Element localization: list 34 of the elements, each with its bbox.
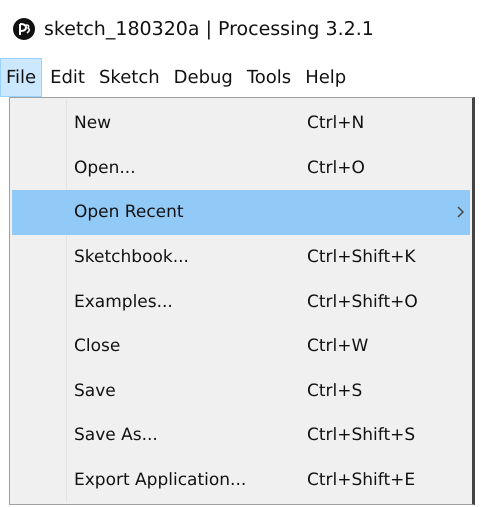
menu-item[interactable]: Save As... Ctrl+Shift+S	[12, 413, 470, 458]
menu-item-label: Save As...	[74, 425, 159, 446]
menu-item[interactable]: Open... Ctrl+O	[12, 146, 470, 190]
menu-item-label: Close	[74, 336, 122, 356]
menu-item[interactable]: Examples... Ctrl+Shift+O	[12, 279, 470, 324]
shortcut-text: Ctrl+N	[307, 113, 364, 134]
menu-bar-item[interactable]: Help	[299, 58, 352, 96]
menu-bar-item[interactable]: Tools	[240, 58, 298, 96]
menu-bar-item[interactable]: File	[0, 58, 42, 96]
menu-item[interactable]: Sketchbook... Ctrl+Shift+K	[12, 234, 470, 280]
menu-item-label: Open...	[74, 158, 137, 178]
menu-item-label: Open Recent	[74, 202, 185, 222]
menu-item-label: Sketchbook...	[74, 247, 190, 268]
app-logo-icon	[13, 18, 35, 40]
menu-item-label: New	[74, 113, 112, 134]
menu-item-label: Examples...	[74, 292, 174, 312]
window-title: sketch_180320a | Processing 3.2.1	[44, 18, 374, 40]
shortcut-text: Ctrl+Shift+S	[307, 425, 416, 446]
menu-item[interactable]: Save Ctrl+S	[12, 368, 470, 414]
shortcut-text: Ctrl+W	[307, 336, 368, 356]
menu-item[interactable]: Open Recent	[12, 190, 470, 235]
menu-bar-item[interactable]: Edit	[44, 58, 91, 96]
menu-item[interactable]: Close Ctrl+W	[12, 324, 470, 369]
shortcut-text: Ctrl+Shift+E	[307, 470, 416, 490]
menu-bar-item[interactable]: Debug	[168, 58, 239, 96]
menu-item[interactable]: Export Application... Ctrl+Shift+E	[12, 458, 470, 502]
shortcut-text: Ctrl+Shift+O	[307, 292, 418, 312]
shortcut-text: Ctrl+Shift+K	[307, 247, 416, 268]
shortcut-text: Ctrl+O	[307, 158, 365, 178]
menu-item-label: Save	[74, 380, 117, 401]
menu-item-label: Export Application...	[74, 470, 248, 490]
menu-bar-item[interactable]: Sketch	[92, 58, 166, 96]
menu-item[interactable]: New Ctrl+N	[12, 101, 470, 146]
shortcut-text: Ctrl+S	[307, 380, 362, 401]
